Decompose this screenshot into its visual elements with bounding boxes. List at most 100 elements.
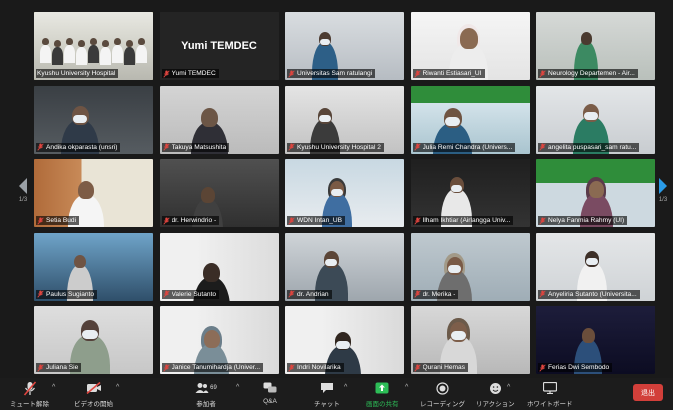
video-options-caret-icon[interactable]: ^: [116, 384, 119, 391]
participants-options-caret-icon[interactable]: ^: [236, 384, 239, 391]
participants-button[interactable]: 69 参加者: [191, 380, 221, 408]
qa-icon: [262, 380, 278, 396]
participant-name: Anyeliria Sutanto (Universita...: [548, 290, 637, 298]
video-tile[interactable]: Neurology Departemen - Air...: [536, 12, 655, 80]
microphone-muted-icon: [413, 69, 421, 78]
participant-name-label: Andika okparasta (unsri): [36, 142, 121, 152]
participant-face: [74, 254, 86, 269]
face-mask: [319, 115, 331, 123]
participant-name-label: Nelya Fanmia Rahmy (UI): [538, 216, 628, 225]
video-tile[interactable]: Julia Remi Chandra (Univers...: [410, 85, 530, 154]
participant-figure: [66, 38, 73, 45]
previous-page-button[interactable]: 1/3: [16, 178, 30, 208]
participant-name: Ferias Dwi Sembodo: [548, 364, 610, 371]
video-tile[interactable]: Valerie Sutanto: [159, 232, 279, 301]
participant-name-label: Valerie Sutanto: [161, 289, 220, 299]
participant-name-label: Julia Remi Chandra (Univers...: [412, 142, 516, 152]
reactions-options-caret-icon[interactable]: ^: [507, 384, 510, 391]
participant-name: dr. Herwindrio -: [171, 217, 217, 224]
record-button[interactable]: レコーディング: [420, 380, 465, 408]
participant-face: [78, 181, 94, 200]
chat-label: チャット: [314, 401, 340, 408]
participant-name-label: Kyushu University Hospital: [36, 69, 119, 78]
microphone-muted-icon: [539, 69, 546, 78]
whiteboard-button[interactable]: ホワイトボード: [527, 380, 573, 408]
participant-face: [581, 328, 595, 343]
participant-figure: [112, 45, 123, 63]
video-tile[interactable]: dr. Herwindrio -: [159, 159, 279, 227]
face-mask: [331, 188, 343, 196]
participant-figure: [88, 45, 99, 63]
participant-name-label: dr. Herwindrio -: [161, 216, 220, 225]
share-screen-button[interactable]: 画面の共有: [366, 380, 399, 408]
record-label: レコーディング: [420, 401, 466, 408]
participant-figure: [100, 47, 111, 65]
chat-button[interactable]: チャット: [314, 380, 340, 408]
video-tile[interactable]: Riwanti Estiasari_UI: [410, 12, 530, 80]
participant-name-label: Yumi TEMDEC: [161, 69, 219, 78]
participant-name-label: Juliana Sie: [36, 363, 82, 372]
participant-figure: [136, 45, 147, 63]
participant-figure: [54, 40, 61, 47]
video-tile[interactable]: Janice Tanumihardja (Univer...: [159, 306, 279, 374]
unmute-button[interactable]: ミュート解除: [10, 380, 49, 408]
participant-figure: [124, 47, 135, 65]
video-tile[interactable]: Andika okparasta (unsri): [34, 85, 153, 154]
video-tile[interactable]: Takuya Matsushita: [159, 85, 279, 154]
video-tile[interactable]: Kyushu University Hospital 2: [285, 85, 404, 154]
participant-name: Ilham Ikhtiar (Airlangga Univ...: [422, 217, 511, 224]
participant-name: Andika okparasta (unsri): [46, 143, 118, 151]
start-video-button[interactable]: ビデオの開始: [74, 380, 113, 408]
video-tile[interactable]: Anyeliria Sutanto (Universita...: [536, 232, 655, 301]
leave-meeting-button[interactable]: 退出: [633, 384, 663, 401]
microphone-muted-icon: [413, 143, 421, 151]
microphone-muted-icon: [288, 69, 295, 78]
video-tile[interactable]: Yumi TEMDEC Yumi TEMDEC: [159, 12, 279, 80]
face-mask: [451, 331, 466, 340]
video-tile[interactable]: angelita puspasari_sam ratu...: [536, 85, 655, 154]
video-tile[interactable]: dr. Andrian: [285, 232, 404, 301]
chat-options-caret-icon[interactable]: ^: [344, 384, 347, 391]
video-tile[interactable]: Setia Budi: [34, 159, 153, 227]
share-options-caret-icon[interactable]: ^: [405, 384, 408, 391]
participant-name: Paulus Sugianto: [46, 290, 95, 298]
qa-button[interactable]: Q&A: [262, 380, 278, 405]
participant-name-label: dr. Andrian: [287, 289, 332, 299]
face-mask: [324, 258, 338, 267]
video-tile[interactable]: Kyushu University Hospital: [34, 12, 153, 80]
microphone-muted-icon: [539, 290, 546, 298]
microphone-muted-icon: [288, 143, 295, 151]
participant-name: dr. Merika -: [422, 290, 456, 298]
participant-figure: [114, 38, 121, 45]
page-indicator-left: 1/3: [18, 197, 28, 203]
video-tile[interactable]: Paulus Sugianto: [34, 232, 153, 301]
video-tile[interactable]: WDN Intan_UB: [285, 159, 404, 227]
microphone-muted-icon: [162, 216, 170, 225]
video-tile[interactable]: Juliana Sie: [34, 306, 153, 374]
microphone-muted-icon: [539, 143, 546, 151]
video-tile[interactable]: dr. Merika -: [410, 232, 530, 301]
whiteboard-icon: [542, 380, 558, 396]
video-tile[interactable]: Ferias Dwi Sembodo: [536, 306, 655, 374]
video-tile[interactable]: Qurani Hemas: [410, 306, 530, 374]
audio-options-caret-icon[interactable]: ^: [52, 384, 55, 391]
participant-name: WDN Intan_UB: [297, 217, 343, 224]
microphone-muted-icon: [22, 380, 38, 396]
video-tile[interactable]: Universitas Sam ratulangi: [285, 12, 404, 80]
participant-figure: [64, 45, 75, 63]
video-tile[interactable]: Indri Novilarika: [285, 306, 404, 374]
participant-name: Yumi TEMDEC: [171, 70, 216, 77]
microphone-muted-icon: [413, 216, 421, 225]
participant-name: Valerie Sutanto: [171, 290, 217, 298]
video-off-icon: [85, 380, 102, 396]
face-mask: [319, 38, 331, 45]
participant-figure: [52, 47, 63, 65]
video-tile[interactable]: Ilham Ikhtiar (Airlangga Univ...: [410, 159, 530, 227]
participant-name-label: Paulus Sugianto: [36, 289, 98, 299]
qa-label: Q&A: [263, 398, 277, 405]
participant-name: Takuya Matsushita: [171, 143, 227, 151]
video-tile[interactable]: Nelya Fanmia Rahmy (UI): [536, 159, 655, 227]
chevron-right-icon: [659, 178, 667, 194]
next-page-button[interactable]: 1/3: [656, 178, 670, 208]
face-mask: [447, 265, 462, 274]
